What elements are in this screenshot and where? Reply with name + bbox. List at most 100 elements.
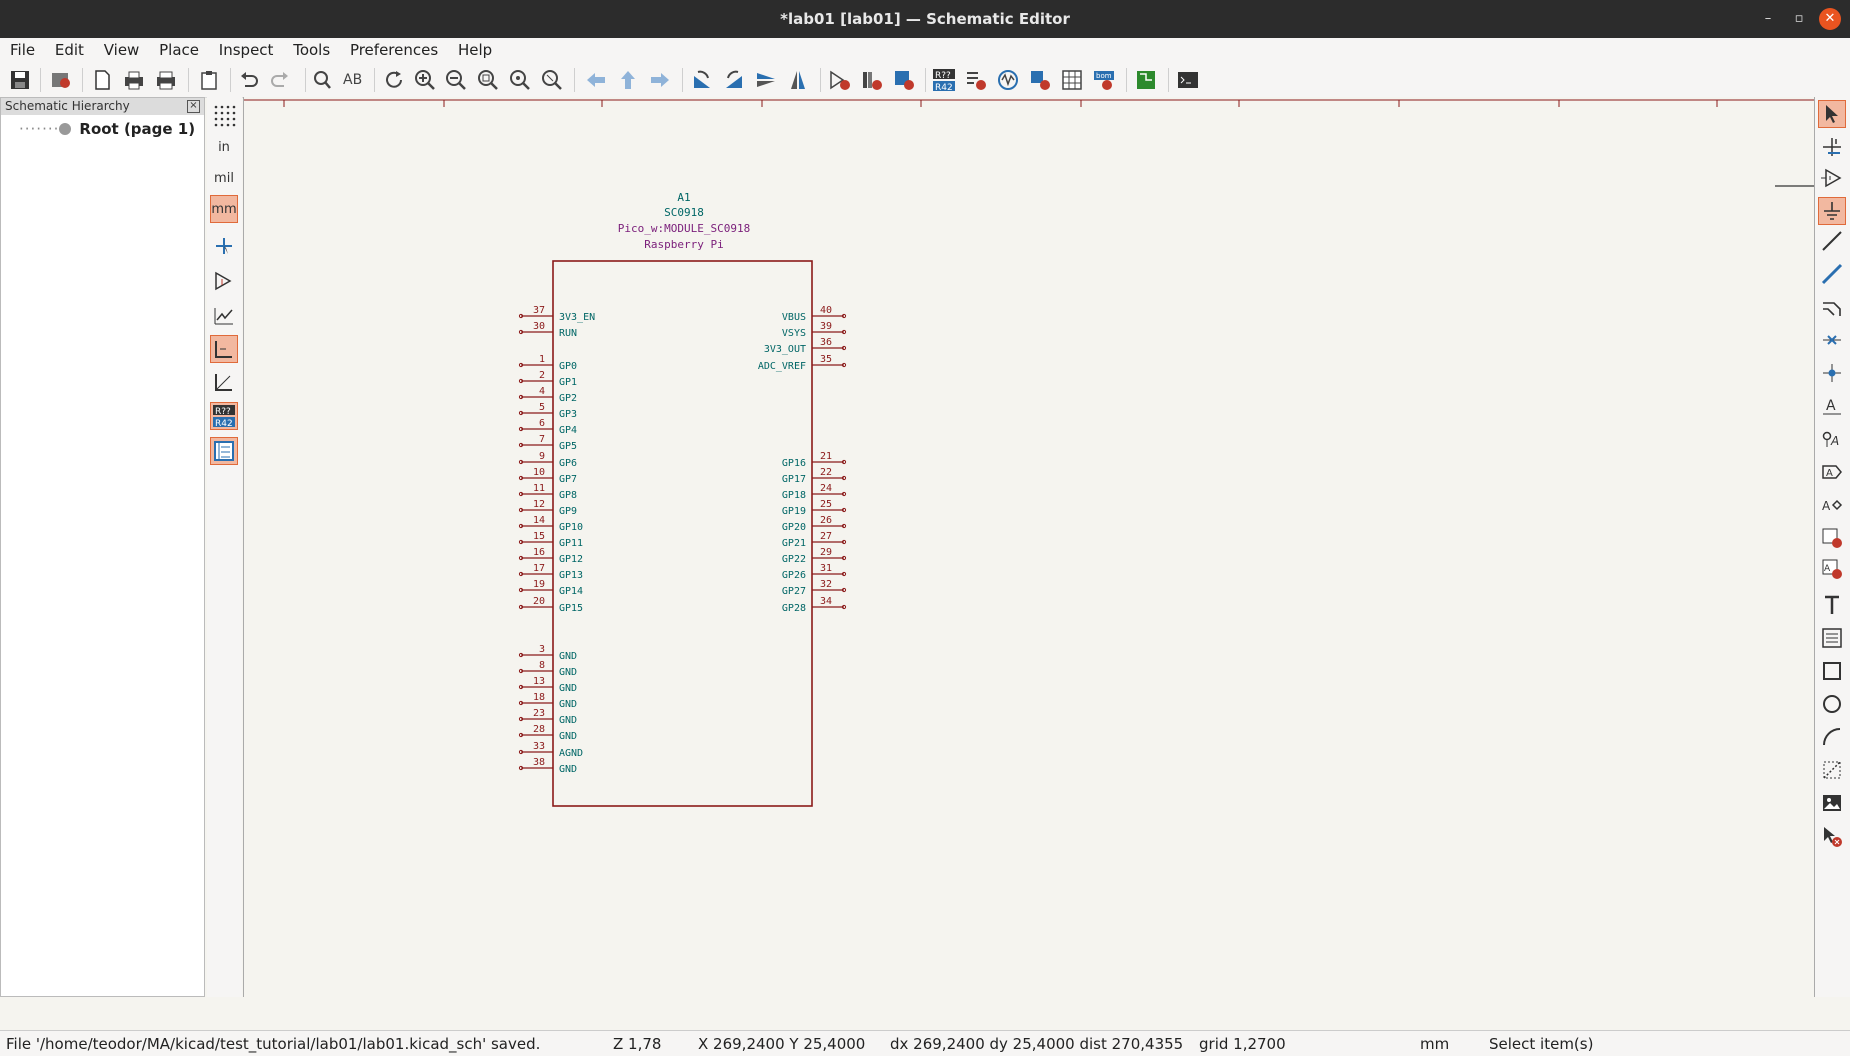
- schematic-canvas[interactable]: A1 SC0918 Pico_w:MODULE_SC0918 Raspberry…: [243, 97, 1815, 997]
- refresh-icon[interactable]: [380, 66, 408, 94]
- symbol-footprint[interactable]: Pico_w:MODULE_SC0918: [618, 222, 750, 235]
- symbol-pin[interactable]: 22 GP17: [782, 467, 847, 485]
- navigate-up-icon[interactable]: [614, 66, 642, 94]
- menu-help[interactable]: Help: [453, 38, 497, 63]
- full-crosshair-icon[interactable]: [210, 232, 238, 260]
- units-mm-button[interactable]: mm: [210, 195, 238, 223]
- add-junction-icon[interactable]: [1818, 359, 1846, 387]
- hidden-pins-icon[interactable]: [210, 267, 238, 295]
- menu-tools[interactable]: Tools: [288, 38, 335, 63]
- symbol-pin[interactable]: 5 GP3: [518, 402, 577, 420]
- units-mils-button[interactable]: mil: [210, 164, 238, 192]
- symbol-fields-table-icon[interactable]: [1058, 66, 1086, 94]
- zoom-objects-icon[interactable]: [506, 66, 534, 94]
- symbol-pin[interactable]: 10 GP7: [518, 467, 577, 485]
- line-mode-90-icon[interactable]: [210, 335, 238, 363]
- import-sheet-pin-icon[interactable]: A: [1818, 555, 1846, 583]
- symbol-pin[interactable]: 23 GND: [518, 708, 577, 726]
- schematic-setup-icon[interactable]: [47, 66, 75, 94]
- zoom-in-icon[interactable]: [411, 66, 439, 94]
- symbol-value[interactable]: SC0918: [664, 206, 704, 219]
- find-icon[interactable]: [308, 66, 336, 94]
- add-wire-icon[interactable]: [1818, 227, 1846, 255]
- find-replace-icon[interactable]: AB: [339, 66, 367, 94]
- scripting-console-icon[interactable]: [1174, 66, 1202, 94]
- symbol-pin[interactable]: 2 GP1: [518, 370, 577, 388]
- zoom-selection-icon[interactable]: [538, 66, 566, 94]
- symbol-pin[interactable]: 3 GND: [518, 644, 577, 662]
- symbol-pin[interactable]: 38 GND: [518, 757, 577, 775]
- rotate-cw-icon[interactable]: [720, 66, 748, 94]
- symbol-library-browser-icon[interactable]: [858, 66, 886, 94]
- select-tool-icon[interactable]: [1818, 100, 1846, 128]
- zoom-fit-icon[interactable]: [474, 66, 502, 94]
- add-sheet-icon[interactable]: [1818, 524, 1846, 552]
- symbol-pin[interactable]: 9 GP6: [518, 451, 577, 469]
- symbol-pin[interactable]: 34 GP28: [782, 596, 847, 614]
- symbol-pin[interactable]: 18 GND: [518, 692, 577, 710]
- close-panel-icon[interactable]: ×: [187, 100, 200, 113]
- symbol-pin[interactable]: 21 GP16: [782, 451, 847, 469]
- zoom-out-icon[interactable]: [442, 66, 470, 94]
- add-arc-icon[interactable]: [1818, 723, 1846, 751]
- footprint-editor-icon[interactable]: [890, 66, 918, 94]
- menu-edit[interactable]: Edit: [50, 38, 89, 63]
- menu-file[interactable]: File: [5, 38, 40, 63]
- paste-icon[interactable]: [195, 66, 223, 94]
- add-bus-icon[interactable]: [1818, 260, 1846, 288]
- close-window-button[interactable]: ✕: [1819, 8, 1841, 30]
- add-global-label-icon[interactable]: A: [1818, 458, 1846, 486]
- add-no-connect-icon[interactable]: [1818, 326, 1846, 354]
- add-textbox-icon[interactable]: [1818, 624, 1846, 652]
- symbol-pin[interactable]: 33 AGND: [518, 741, 583, 759]
- grid-toggle-icon[interactable]: [210, 101, 238, 129]
- symbol-pin[interactable]: 15 GP11: [518, 531, 583, 549]
- line-mode-free-icon[interactable]: [210, 302, 238, 330]
- symbol-pin[interactable]: 30 RUN: [518, 321, 577, 339]
- add-power-icon[interactable]: [1818, 197, 1846, 225]
- symbol-manufacturer[interactable]: Raspberry Pi: [644, 238, 723, 251]
- symbol-pin[interactable]: 17 GP13: [518, 563, 583, 581]
- symbol-pin[interactable]: 19 GP14: [518, 579, 583, 597]
- print-icon[interactable]: [120, 66, 148, 94]
- symbol-pin[interactable]: 40 VBUS: [782, 305, 847, 323]
- symbol-pin[interactable]: 31 GP26: [782, 563, 847, 581]
- hierarchy-root-item[interactable]: ······· Root (page 1): [19, 120, 195, 138]
- symbol-editor-icon[interactable]: [826, 66, 854, 94]
- symbol-reference[interactable]: A1: [677, 191, 690, 204]
- symbol-pin[interactable]: 27 GP21: [782, 531, 847, 549]
- add-net-class-icon[interactable]: A: [1818, 425, 1846, 453]
- redo-icon[interactable]: [266, 66, 294, 94]
- symbol-pin[interactable]: 14 GP10: [518, 515, 583, 533]
- units-inches-button[interactable]: in: [210, 133, 238, 161]
- symbol-pin[interactable]: 29 GP22: [782, 547, 847, 565]
- symbol-pin[interactable]: 11 GP8: [518, 483, 577, 501]
- symbol-body[interactable]: [552, 260, 813, 807]
- navigate-forward-icon[interactable]: [646, 66, 674, 94]
- symbol-pin[interactable]: 12 GP9: [518, 499, 577, 517]
- menu-place[interactable]: Place: [154, 38, 204, 63]
- plot-icon[interactable]: [152, 66, 180, 94]
- symbol-pin[interactable]: 6 GP4: [518, 418, 577, 436]
- add-bus-entry-icon[interactable]: [1818, 293, 1846, 321]
- symbol-pin[interactable]: 13 GND: [518, 676, 577, 694]
- symbol-pin[interactable]: 35 ADC_VREF: [758, 354, 847, 372]
- symbol-pin[interactable]: 36 3V3_OUT: [764, 337, 847, 355]
- symbol-pin[interactable]: 28 GND: [518, 724, 577, 742]
- symbol-pin[interactable]: 8 GND: [518, 660, 577, 678]
- save-icon[interactable]: [6, 66, 34, 94]
- add-image-icon[interactable]: [1818, 789, 1846, 817]
- symbol-pin[interactable]: 20 GP15: [518, 596, 583, 614]
- simulator-icon[interactable]: [994, 66, 1022, 94]
- delete-tool-icon[interactable]: [1818, 822, 1846, 850]
- undo-icon[interactable]: [235, 66, 263, 94]
- highlight-net-icon[interactable]: [1818, 133, 1846, 161]
- symbol-pin[interactable]: 26 GP20: [782, 515, 847, 533]
- erc-icon[interactable]: [962, 66, 990, 94]
- pcb-editor-icon[interactable]: [1132, 66, 1160, 94]
- generate-bom-icon[interactable]: bom: [1090, 66, 1118, 94]
- menu-inspect[interactable]: Inspect: [214, 38, 279, 63]
- line-mode-45-icon[interactable]: [210, 368, 238, 396]
- symbol-pin[interactable]: 39 VSYS: [782, 321, 847, 339]
- minimize-button[interactable]: –: [1758, 9, 1778, 29]
